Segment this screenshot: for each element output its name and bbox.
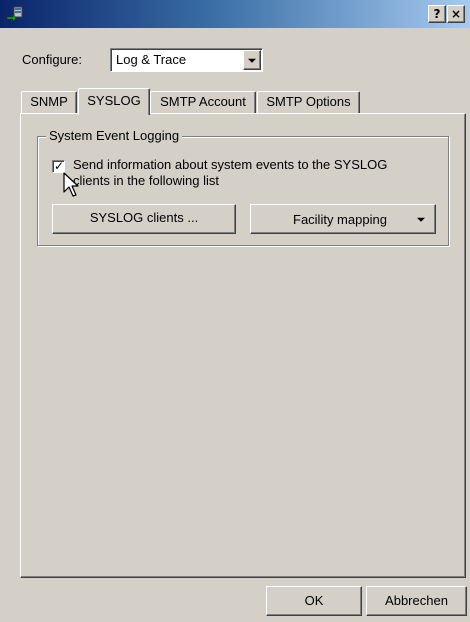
title-bar[interactable]: ? ×	[0, 0, 470, 28]
configure-label: Configure:	[22, 52, 82, 67]
tab-smtp-account[interactable]: SMTP Account	[150, 91, 256, 113]
group-title: System Event Logging	[46, 128, 183, 143]
facility-mapping-button[interactable]: Facility mapping	[250, 204, 436, 234]
configure-dropdown-value: Log & Trace	[116, 52, 187, 67]
chevron-down-icon	[248, 58, 256, 63]
checkmark-icon: ✓	[54, 159, 65, 173]
ok-button[interactable]: OK	[266, 586, 362, 616]
syslog-clients-button[interactable]: SYSLOG clients ...	[52, 204, 236, 234]
network-app-icon	[6, 6, 23, 23]
dropdown-button[interactable]	[243, 50, 261, 70]
dropdown-arrow-icon	[417, 217, 425, 222]
close-button[interactable]: ×	[447, 5, 465, 23]
mouse-cursor-icon	[63, 172, 79, 197]
help-button[interactable]: ?	[428, 5, 446, 23]
configure-dropdown[interactable]: Log & Trace	[110, 48, 263, 72]
facility-mapping-label: Facility mapping	[293, 212, 387, 227]
tab-smtp-options[interactable]: SMTP Options	[257, 91, 360, 113]
tab-syslog[interactable]: SYSLOG	[78, 88, 150, 115]
send-syslog-label: Send information about system events to …	[73, 157, 388, 188]
cancel-button[interactable]: Abbrechen	[366, 586, 467, 616]
tab-snmp[interactable]: SNMP	[21, 91, 77, 113]
